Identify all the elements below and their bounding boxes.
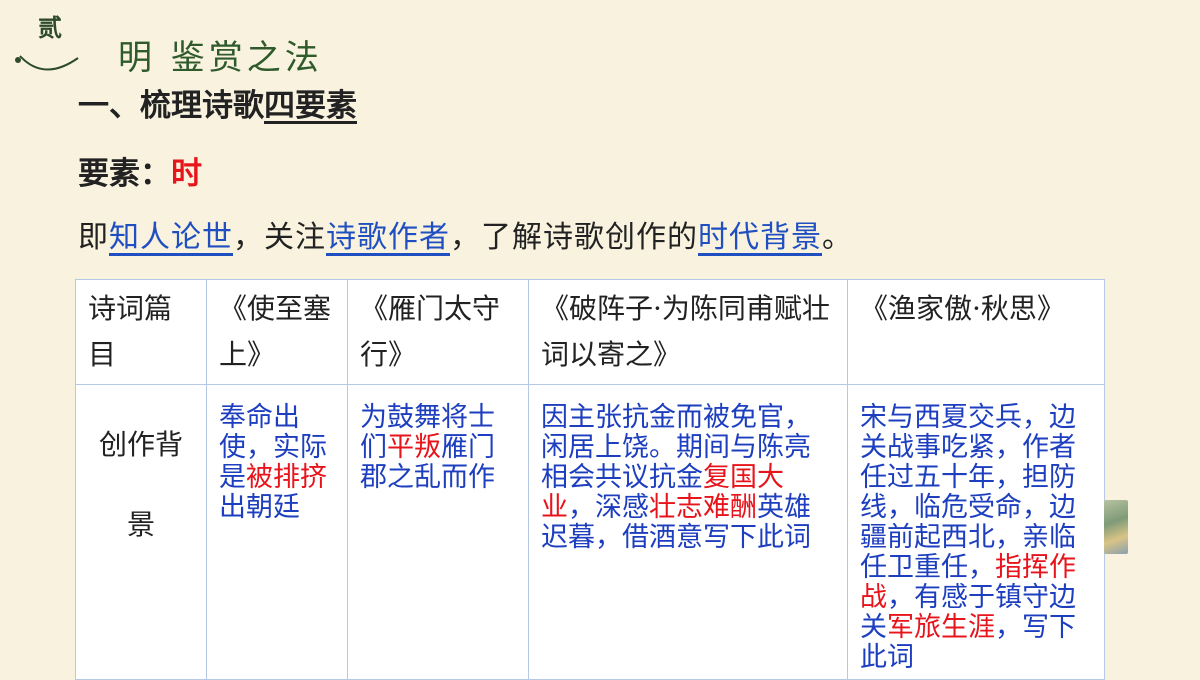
cell-text: ，深感 (568, 492, 649, 523)
section-number-badge: 贰 (38, 13, 62, 42)
intro-text: ，了解诗歌创作的 (450, 220, 698, 255)
cell-highlight: 平叛 (387, 432, 441, 463)
table-header-row: 诗词篇目 《使至塞上》 《雁门太守行》 《破阵子·为陈同甫赋壮词以寄之》 《渔家… (75, 279, 1105, 385)
intro-link-era[interactable]: 时代背景 (698, 220, 822, 255)
element-label: 要素： (78, 156, 171, 192)
row-label: 创作背景 (75, 384, 207, 680)
background-cell: 宋与西夏交兵，边关战事吃紧，作者任过五十年，担防线，临危受命，边疆前起西北，亲临… (847, 384, 1105, 680)
table-row: 创作背景 奉命出使，实际是被排挤出朝廷 为鼓舞将士们平叛雁门郡之乱而作 因主张抗… (75, 384, 1105, 680)
cell-highlight: 军旅生涯 (887, 612, 995, 643)
heading-underlined: 四要素 (264, 88, 357, 124)
intro-text: 即 (78, 220, 109, 255)
header-cell-poem: 《雁门太守行》 (347, 279, 529, 385)
element-value: 时 (171, 156, 202, 192)
intro-sentence: 即知人论世，关注诗歌作者，了解诗歌创作的时代背景。 (78, 212, 853, 256)
header-cell-poem: 《使至塞上》 (206, 279, 348, 385)
cell-highlight: 被排挤 (246, 462, 327, 493)
heading-prefix: 一、梳理诗歌 (78, 88, 264, 124)
header-cell-poem: 《破阵子·为陈同甫赋壮词以寄之》 (528, 279, 848, 385)
element-heading: 要素：时 (78, 148, 202, 193)
poem-background-table: 诗词篇目 《使至塞上》 《雁门太守行》 《破阵子·为陈同甫赋壮词以寄之》 《渔家… (75, 279, 1105, 680)
decorative-image (1104, 500, 1128, 554)
cell-text: 出朝廷 (219, 492, 300, 523)
header-cell-poem: 《渔家傲·秋思》 (847, 279, 1105, 385)
section-title: 明 鉴赏之法 (118, 38, 323, 78)
intro-link-poet[interactable]: 诗歌作者 (326, 220, 450, 255)
intro-text: ，关注 (233, 220, 326, 255)
cell-highlight: 壮志难酬 (649, 492, 757, 523)
background-cell: 因主张抗金而被免官，闲居上饶。期间与陈亮相会共议抗金复国大业，深感壮志难酬英雄迟… (528, 384, 848, 680)
header-cell-title: 诗词篇目 (75, 279, 207, 385)
background-cell: 为鼓舞将士们平叛雁门郡之乱而作 (347, 384, 529, 680)
intro-link-zhirenlunshi[interactable]: 知人论世 (109, 220, 233, 255)
main-heading: 一、梳理诗歌四要素 (78, 80, 357, 125)
background-cell: 奉命出使，实际是被排挤出朝廷 (206, 384, 348, 680)
intro-text: 。 (822, 220, 853, 255)
